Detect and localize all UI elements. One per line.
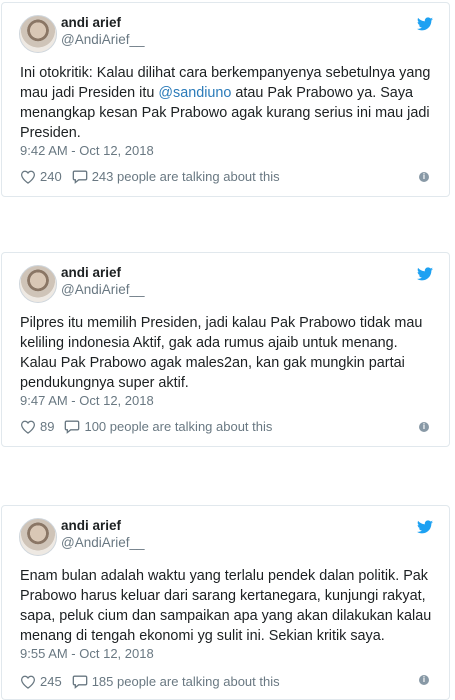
twitter-bird-icon[interactable] xyxy=(417,520,433,534)
tweet-text: Pilpres itu memilih Presiden, jadi kalau… xyxy=(20,315,423,391)
timestamp-link[interactable]: 9:42 AM - Oct 12, 2018 xyxy=(20,143,154,158)
like-count: 89 xyxy=(40,419,55,434)
tweet-actions: 89 100 people are talking about this xyxy=(20,419,282,434)
mention-link[interactable]: @sandiuno xyxy=(158,85,231,101)
talking-count[interactable]: 185 people are talking about this xyxy=(92,674,280,689)
tweet-card: andi arief @AndiArief__ Enam bulan adala… xyxy=(1,505,450,700)
tweet-actions: 245 185 people are talking about this xyxy=(20,674,290,689)
info-icon[interactable]: i xyxy=(419,422,429,432)
speech-bubble-icon[interactable] xyxy=(72,169,88,184)
author-name[interactable]: andi arief xyxy=(61,15,121,30)
info-icon[interactable]: i xyxy=(419,675,429,685)
tweet-text: Ini otokritik: Kalau dilihat cara berkem… xyxy=(20,63,432,143)
heart-icon[interactable] xyxy=(20,420,36,434)
info-icon[interactable]: i xyxy=(419,172,429,182)
author-handle[interactable]: @AndiArief__ xyxy=(61,32,145,47)
author-handle[interactable]: @AndiArief__ xyxy=(61,282,145,297)
like-count: 240 xyxy=(40,169,62,184)
tweet-card: andi arief @AndiArief__ Pilpres itu memi… xyxy=(1,252,450,447)
like-count: 245 xyxy=(40,674,62,689)
timestamp-link[interactable]: 9:55 AM - Oct 12, 2018 xyxy=(20,646,154,661)
speech-bubble-icon[interactable] xyxy=(64,419,80,434)
tweet-actions: 240 243 people are talking about this xyxy=(20,169,290,184)
avatar[interactable] xyxy=(19,518,57,556)
heart-icon[interactable] xyxy=(20,170,36,184)
speech-bubble-icon[interactable] xyxy=(72,674,88,689)
avatar[interactable] xyxy=(19,265,57,303)
author-handle[interactable]: @AndiArief__ xyxy=(61,535,145,550)
heart-icon[interactable] xyxy=(20,675,36,689)
author-name[interactable]: andi arief xyxy=(61,518,121,533)
tweet-text: Enam bulan adalah waktu yang terlalu pen… xyxy=(20,568,432,644)
timestamp-link[interactable]: 9:47 AM - Oct 12, 2018 xyxy=(20,393,154,408)
twitter-bird-icon[interactable] xyxy=(417,267,433,281)
avatar[interactable] xyxy=(19,15,57,53)
talking-count[interactable]: 100 people are talking about this xyxy=(84,419,272,434)
author-name[interactable]: andi arief xyxy=(61,265,121,280)
tweet-card: andi arief @AndiArief__ Ini otokritik: K… xyxy=(1,2,450,197)
talking-count[interactable]: 243 people are talking about this xyxy=(92,169,280,184)
twitter-bird-icon[interactable] xyxy=(417,17,433,31)
